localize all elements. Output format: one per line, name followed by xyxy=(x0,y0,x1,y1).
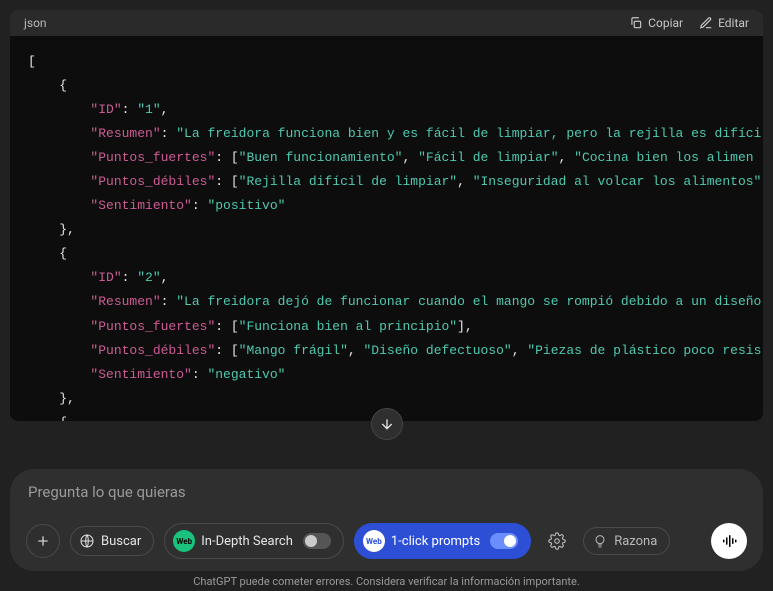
indepth-search-button[interactable]: Web In-Depth Search xyxy=(164,523,344,559)
edit-icon xyxy=(699,16,713,30)
reason-label: Razona xyxy=(614,534,657,549)
search-web-button[interactable]: Buscar xyxy=(70,526,154,556)
edit-button[interactable]: Editar xyxy=(699,16,749,30)
gear-icon xyxy=(548,532,566,550)
scroll-down-button[interactable] xyxy=(371,408,403,440)
input-controls: Buscar Web In-Depth Search Web 1-click p… xyxy=(26,523,747,559)
soundwave-icon xyxy=(720,532,738,550)
voice-input-button[interactable] xyxy=(711,523,747,559)
code-header: json Copiar Editar xyxy=(10,10,763,36)
globe-icon xyxy=(79,533,95,549)
oneclick-toggle[interactable] xyxy=(490,533,518,549)
chat-input-area: Pregunta lo que quieras Buscar Web In-De… xyxy=(10,469,763,571)
bulb-icon xyxy=(592,533,608,549)
code-body[interactable]: [ { "ID": "1", "Resumen": "La freidora f… xyxy=(10,36,763,421)
web-icon: Web xyxy=(363,530,385,552)
edit-label: Editar xyxy=(718,16,749,30)
settings-button[interactable] xyxy=(541,525,573,557)
copy-icon xyxy=(629,16,643,30)
code-actions: Copiar Editar xyxy=(629,16,749,30)
disclaimer-text: ChatGPT puede cometer errores. Considera… xyxy=(0,575,773,588)
indepth-label: In-Depth Search xyxy=(201,534,293,549)
web-icon: Web xyxy=(173,530,195,552)
copy-label: Copiar xyxy=(648,16,683,30)
reason-button[interactable]: Razona xyxy=(583,527,670,555)
chat-input[interactable]: Pregunta lo que quieras xyxy=(26,483,747,523)
oneclick-prompts-button[interactable]: Web 1-click prompts xyxy=(354,523,531,559)
search-label: Buscar xyxy=(101,534,141,549)
oneclick-label: 1-click prompts xyxy=(391,534,480,549)
indepth-toggle[interactable] xyxy=(303,533,331,549)
arrow-down-icon xyxy=(379,416,395,432)
plus-icon xyxy=(35,533,51,549)
attach-button[interactable] xyxy=(26,524,60,558)
code-language: json xyxy=(24,16,47,30)
code-block: json Copiar Editar [ { "ID": "1", "Resum… xyxy=(10,10,763,421)
copy-button[interactable]: Copiar xyxy=(629,16,683,30)
